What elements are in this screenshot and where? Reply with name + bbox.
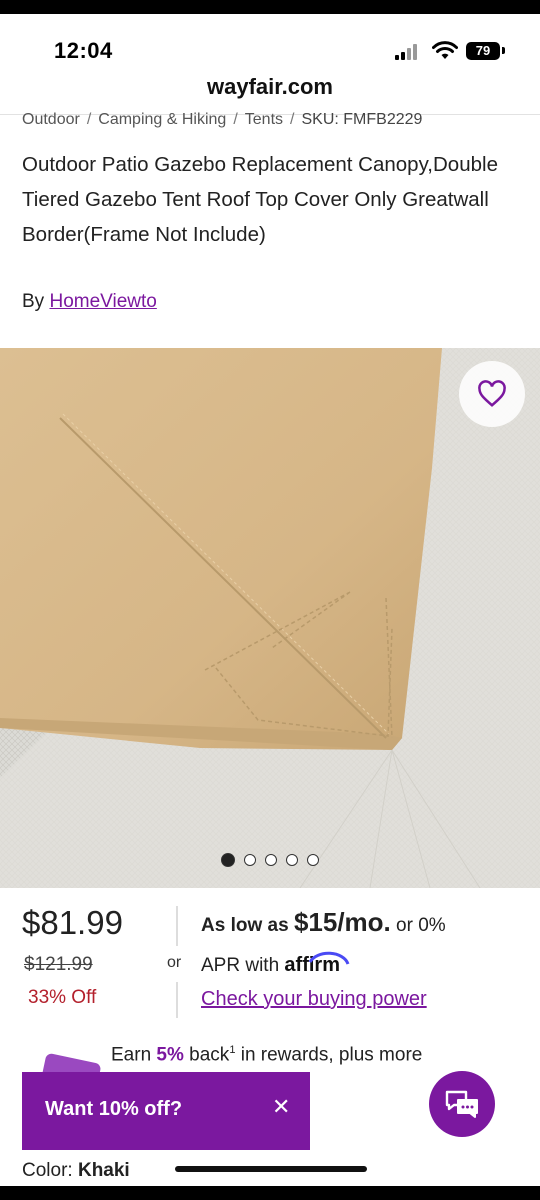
affirm-apr: APR with affirm — [201, 951, 350, 977]
product-image[interactable] — [0, 348, 540, 888]
affirm-arc-icon — [309, 951, 350, 965]
address-bar-url[interactable]: wayfair.com — [0, 74, 540, 100]
wifi-icon — [432, 41, 458, 59]
discount-label: 33% Off — [28, 987, 97, 1008]
original-price: $121.99 — [24, 954, 93, 975]
breadcrumb-separator: / — [233, 111, 238, 128]
color-value: Khaki — [77, 1160, 130, 1181]
product-title: Outdoor Patio Gazebo Replacement Canopy,… — [22, 153, 498, 246]
status-bar: 12:04 79 — [0, 14, 540, 78]
gallery-dot-4[interactable] — [286, 854, 298, 866]
battery-tip — [502, 47, 505, 54]
gallery-dot-5[interactable] — [307, 854, 319, 866]
breadcrumb: Outdoor / Camping & Hiking / Tents / SKU: FMFB… — [22, 111, 422, 129]
affirm-prefix: As low as — [201, 915, 289, 936]
chat-icon — [445, 1090, 478, 1118]
gallery-pagination — [0, 852, 540, 868]
screen: 12:04 79 wayfair.com Outdoor / Camping & H… — [0, 14, 540, 1186]
divider — [176, 906, 178, 946]
gallery-dot-3[interactable] — [265, 854, 277, 866]
cellular-signal-icon — [395, 44, 421, 60]
breadcrumb-camping-hiking[interactable]: Camping & Hiking — [98, 111, 226, 128]
home-indicator[interactable] — [175, 1166, 367, 1172]
rewards-prefix: Earn — [111, 1044, 152, 1066]
affirm-offer: As low as $15/mo. or 0% — [201, 907, 446, 938]
current-price: $81.99 — [22, 904, 123, 941]
close-icon[interactable]: ✕ — [272, 1094, 290, 1120]
breadcrumb-separator: / — [290, 111, 295, 128]
brand-link[interactable]: HomeViewto — [49, 291, 156, 312]
promo-banner[interactable]: Want 10% off? ✕ — [22, 1072, 310, 1150]
gallery-dot-2[interactable] — [244, 854, 256, 866]
sku-label: SKU: FMFB2229 — [301, 111, 423, 128]
save-favorite-button[interactable] — [459, 361, 525, 427]
heart-icon — [478, 380, 506, 407]
affirm-monthly-amount: $15/mo. — [293, 907, 391, 937]
color-label: Color: — [22, 1160, 73, 1181]
breadcrumb-tents[interactable]: Tents — [245, 111, 283, 128]
affirm-logo: affirm — [284, 951, 350, 976]
battery-level: 79 — [466, 42, 500, 60]
brand-line: By HomeViewto — [22, 291, 157, 313]
or-label: or — [167, 954, 182, 971]
gallery-dot-1[interactable] — [221, 853, 235, 867]
apr-text: APR with — [201, 955, 280, 976]
rewards-rest: in rewards, plus more — [240, 1044, 423, 1066]
divider — [176, 982, 178, 1018]
canopy-photo — [0, 348, 540, 888]
breadcrumb-outdoor[interactable]: Outdoor — [22, 111, 80, 128]
by-label: By — [22, 291, 45, 312]
status-time: 12:04 — [54, 38, 113, 63]
rewards-footnote: 1 — [229, 1044, 236, 1056]
affirm-suffix: or 0% — [396, 915, 446, 936]
breadcrumb-separator: / — [86, 111, 92, 128]
chat-button[interactable] — [429, 1071, 495, 1137]
check-buying-power-link[interactable]: Check your buying power — [201, 988, 427, 1011]
color-option: Color: Khaki — [22, 1160, 130, 1182]
rewards-percent: 5% — [156, 1044, 184, 1066]
rewards-back: back — [189, 1044, 230, 1066]
promo-text[interactable]: Want 10% off? — [45, 1098, 182, 1121]
rewards-text: Earn 5% back1 in rewards, plus more — [111, 1044, 422, 1066]
